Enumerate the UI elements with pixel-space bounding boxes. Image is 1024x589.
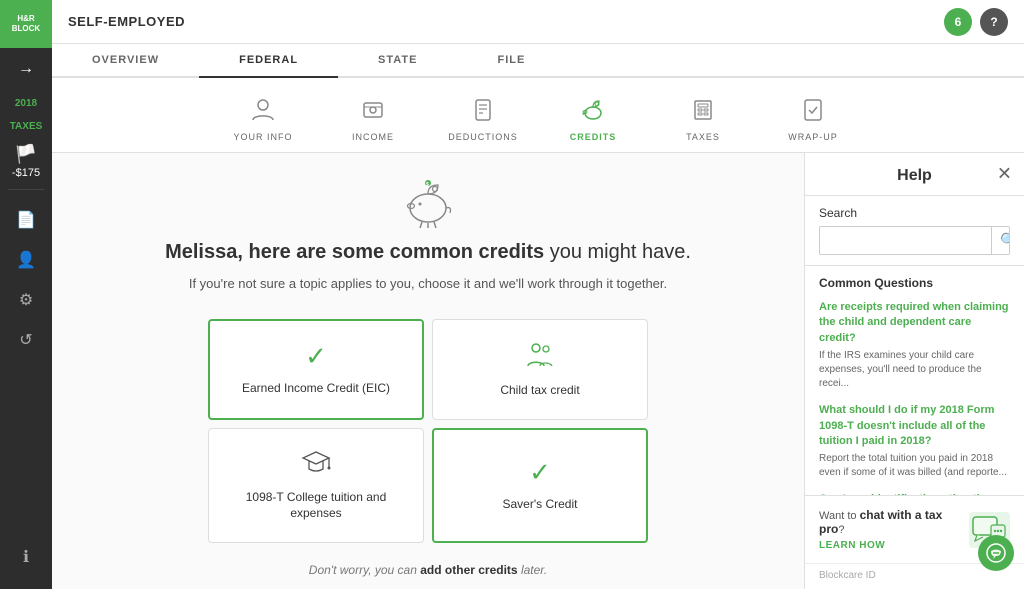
- step-credits[interactable]: CREDITS: [538, 88, 648, 146]
- footer-note: Don't worry, you can add other credits l…: [309, 563, 547, 577]
- chat-prefix: Want to: [819, 510, 860, 522]
- sidebar-user-icon[interactable]: 👤: [16, 240, 36, 280]
- sidebar-collapse-button[interactable]: →: [18, 48, 34, 90]
- notifications-button[interactable]: 6: [944, 8, 972, 36]
- main-area: SELF-EMPLOYED 6 ? OVERVIEW FEDERAL STATE…: [52, 0, 1024, 589]
- tab-federal[interactable]: FEDERAL: [199, 44, 338, 78]
- main-heading-bold: Melissa, here are some common credits: [165, 241, 544, 263]
- checkmark-icon: ✓: [305, 341, 327, 372]
- step-your-info[interactable]: YOUR INFO: [208, 88, 318, 146]
- footer-normal: Don't worry, you can: [309, 563, 420, 577]
- wrapup-icon: [795, 92, 831, 128]
- step-credits-label: CREDITS: [570, 132, 617, 142]
- nav-tabs: OVERVIEW FEDERAL STATE FILE: [52, 44, 1024, 78]
- floating-chat-button[interactable]: [978, 535, 1014, 571]
- credits-icon: [575, 92, 611, 128]
- main-heading: Melissa, here are some common credits yo…: [165, 241, 691, 264]
- step-deductions[interactable]: DEDUCTIONS: [428, 88, 538, 146]
- graduation-icon: [301, 449, 331, 481]
- tab-state[interactable]: STATE: [338, 44, 457, 78]
- step-wrapup[interactable]: WRAP-UP: [758, 88, 868, 146]
- credits-illustration: $: [398, 173, 458, 233]
- footer-end: later.: [518, 563, 548, 577]
- deductions-icon: [465, 92, 501, 128]
- chat-learn-button[interactable]: LEARN HOW: [819, 540, 961, 551]
- help-search-box: 🔍: [819, 226, 1010, 255]
- credit-college-tuition[interactable]: 1098-T College tuition and expenses: [208, 428, 424, 544]
- cq-answer-1: Report the total tuition you paid in 201…: [819, 452, 1010, 480]
- credit-earned-income-label: Earned Income Credit (EIC): [242, 380, 390, 397]
- cq-question-1[interactable]: What should I do if my 2018 Form 1098-T …: [819, 403, 1010, 449]
- step-taxes[interactable]: TAXES: [648, 88, 758, 146]
- help-title: Help: [897, 167, 932, 185]
- step-your-info-label: YOUR INFO: [233, 132, 292, 142]
- credit-child-tax[interactable]: Child tax credit: [432, 319, 648, 420]
- step-income[interactable]: INCOME: [318, 88, 428, 146]
- credit-savers-label: Saver's Credit: [503, 496, 578, 513]
- sidebar-documents-icon[interactable]: 📄: [16, 200, 36, 240]
- cq-item-0: Are receipts required when claiming the …: [819, 300, 1010, 391]
- credit-college-label: 1098-T College tuition and expenses: [225, 489, 407, 523]
- footer-bold[interactable]: add other credits: [420, 563, 517, 577]
- tab-overview[interactable]: OVERVIEW: [52, 44, 199, 78]
- main-sub-text: If you're not sure a topic applies to yo…: [189, 274, 667, 295]
- help-search-input[interactable]: [820, 227, 991, 254]
- sidebar-refund-amount: -$175: [12, 167, 40, 179]
- common-questions: Common Questions Are receipts required w…: [805, 266, 1024, 495]
- sidebar-settings-icon[interactable]: ⚙: [19, 280, 33, 320]
- people-icon: [524, 340, 556, 374]
- step-income-label: INCOME: [352, 132, 394, 142]
- topbar-icons: 6 ?: [944, 8, 1008, 36]
- help-header: Help ✕: [805, 153, 1024, 196]
- cq-item-1: What should I do if my 2018 Form 1098-T …: [819, 403, 1010, 480]
- step-icons: YOUR INFO INCOME DEDUCTIONS: [52, 78, 1024, 153]
- svg-text:$: $: [426, 182, 429, 188]
- tab-file[interactable]: FILE: [457, 44, 565, 78]
- chat-suffix: ?: [838, 524, 844, 536]
- step-taxes-label: TAXES: [686, 132, 720, 142]
- credits-grid: ✓ Earned Income Credit (EIC) Child tax c…: [208, 319, 648, 543]
- taxes-icon: [685, 92, 721, 128]
- sidebar-taxes-label: TAXES: [10, 113, 43, 136]
- main-content: $ Melissa, here are some common credits …: [52, 153, 804, 589]
- topbar: SELF-EMPLOYED 6 ?: [52, 0, 1024, 44]
- hr-block-logo[interactable]: H&R BLOCK: [0, 0, 52, 48]
- savers-checkmark-icon: ✓: [529, 457, 551, 488]
- sidebar: H&R BLOCK → 2018 TAXES 🏳️ -$175 📄 👤 ⚙ ↺ …: [0, 0, 52, 589]
- credit-earned-income[interactable]: ✓ Earned Income Credit (EIC): [208, 319, 424, 420]
- sidebar-year-label: 2018: [15, 90, 37, 113]
- sidebar-refresh-icon[interactable]: ↺: [19, 320, 32, 360]
- cq-answer-0: If the IRS examines your child care expe…: [819, 349, 1010, 391]
- chat-text: Want to chat with a tax pro?: [819, 508, 961, 536]
- main-heading-normal: you might have.: [544, 241, 691, 263]
- cq-question-0[interactable]: Are receipts required when claiming the …: [819, 300, 1010, 346]
- help-close-button[interactable]: ✕: [997, 164, 1012, 185]
- credit-child-tax-label: Child tax credit: [500, 382, 579, 399]
- help-panel: Help ✕ Search 🔍 Common Questions Are rec…: [804, 153, 1024, 589]
- step-deductions-label: DEDUCTIONS: [448, 132, 518, 142]
- income-icon: [355, 92, 391, 128]
- common-questions-title: Common Questions: [819, 276, 1010, 290]
- sidebar-info-icon[interactable]: ℹ: [23, 537, 29, 577]
- help-search-label: Search: [819, 206, 1010, 220]
- help-search-button[interactable]: 🔍: [991, 227, 1010, 254]
- help-search-area: Search 🔍: [805, 196, 1024, 266]
- credit-savers[interactable]: ✓ Saver's Credit: [432, 428, 648, 544]
- app-title: SELF-EMPLOYED: [68, 14, 185, 29]
- your-info-icon: [245, 92, 281, 128]
- step-wrapup-label: WRAP-UP: [788, 132, 838, 142]
- help-button[interactable]: ?: [980, 8, 1008, 36]
- content-area: $ Melissa, here are some common credits …: [52, 153, 1024, 589]
